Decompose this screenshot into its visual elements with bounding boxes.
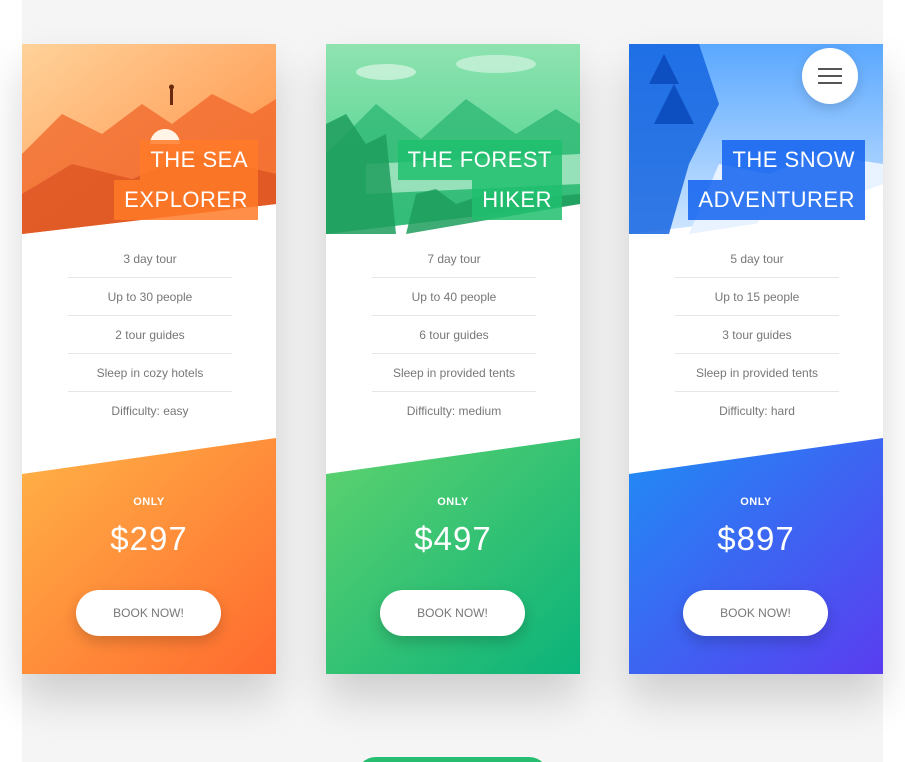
feature-item: Sleep in provided tents xyxy=(675,354,839,392)
feature-item: Up to 40 people xyxy=(372,278,536,316)
price-value: $297 xyxy=(110,520,188,557)
bottom-action-button[interactable] xyxy=(356,757,549,762)
price-value: $897 xyxy=(717,520,795,557)
feature-item: 3 day tour xyxy=(68,240,232,278)
card-title: THE SEA EXPLORER xyxy=(38,140,258,220)
price-value: $497 xyxy=(414,520,492,557)
card-title-line2: HIKER xyxy=(472,180,562,220)
feature-item: 7 day tour xyxy=(372,240,536,278)
card-title-line2: ADVENTURER xyxy=(688,180,865,220)
tour-card-sea-explorer: THE SEA EXPLORER 3 day tour Up to 30 peo… xyxy=(22,44,276,674)
feature-item: 3 tour guides xyxy=(675,316,839,354)
menu-button[interactable] xyxy=(802,48,858,104)
feature-item: 5 day tour xyxy=(675,240,839,278)
price-only-label: ONLY xyxy=(437,496,469,508)
feature-list: 5 day tour Up to 15 people 3 tour guides… xyxy=(675,240,839,430)
card-title-line2: EXPLORER xyxy=(114,180,258,220)
feature-item: Difficulty: medium xyxy=(406,404,502,418)
feature-item: Difficulty: hard xyxy=(719,404,795,418)
feature-item: Up to 15 people xyxy=(675,278,839,316)
hamburger-menu-icon xyxy=(818,68,842,84)
card-title-line1: THE FOREST xyxy=(397,140,562,180)
book-now-button[interactable]: BOOK NOW! xyxy=(380,590,525,636)
card-title: THE SNOW ADVENTURER xyxy=(645,140,865,220)
price-section: ONLY $297 BOOK NOW! xyxy=(22,438,276,674)
card-title: THE FOREST HIKER xyxy=(342,140,562,220)
feature-item: Up to 30 people xyxy=(68,278,232,316)
tour-card-snow-adventurer: THE SNOW ADVENTURER 5 day tour Up to 15 … xyxy=(629,44,883,674)
book-now-button[interactable]: BOOK NOW! xyxy=(76,590,221,636)
card-title-line1: THE SEA xyxy=(140,140,258,180)
feature-item: 2 tour guides xyxy=(68,316,232,354)
feature-item: Sleep in provided tents xyxy=(372,354,536,392)
feature-list: 3 day tour Up to 30 people 2 tour guides… xyxy=(68,240,232,430)
book-now-button[interactable]: BOOK NOW! xyxy=(683,590,828,636)
feature-item: Sleep in cozy hotels xyxy=(68,354,232,392)
price-section: ONLY $897 BOOK NOW! xyxy=(629,438,883,674)
feature-list: 7 day tour Up to 40 people 6 tour guides… xyxy=(372,240,536,430)
feature-item: 6 tour guides xyxy=(372,316,536,354)
price-only-label: ONLY xyxy=(740,496,772,508)
tour-card-forest-hiker: THE FOREST HIKER 7 day tour Up to 40 peo… xyxy=(326,44,580,674)
price-section: ONLY $497 BOOK NOW! xyxy=(326,438,580,674)
feature-item: Difficulty: easy xyxy=(111,404,189,418)
price-only-label: ONLY xyxy=(133,496,165,508)
card-title-line1: THE SNOW xyxy=(722,140,865,180)
